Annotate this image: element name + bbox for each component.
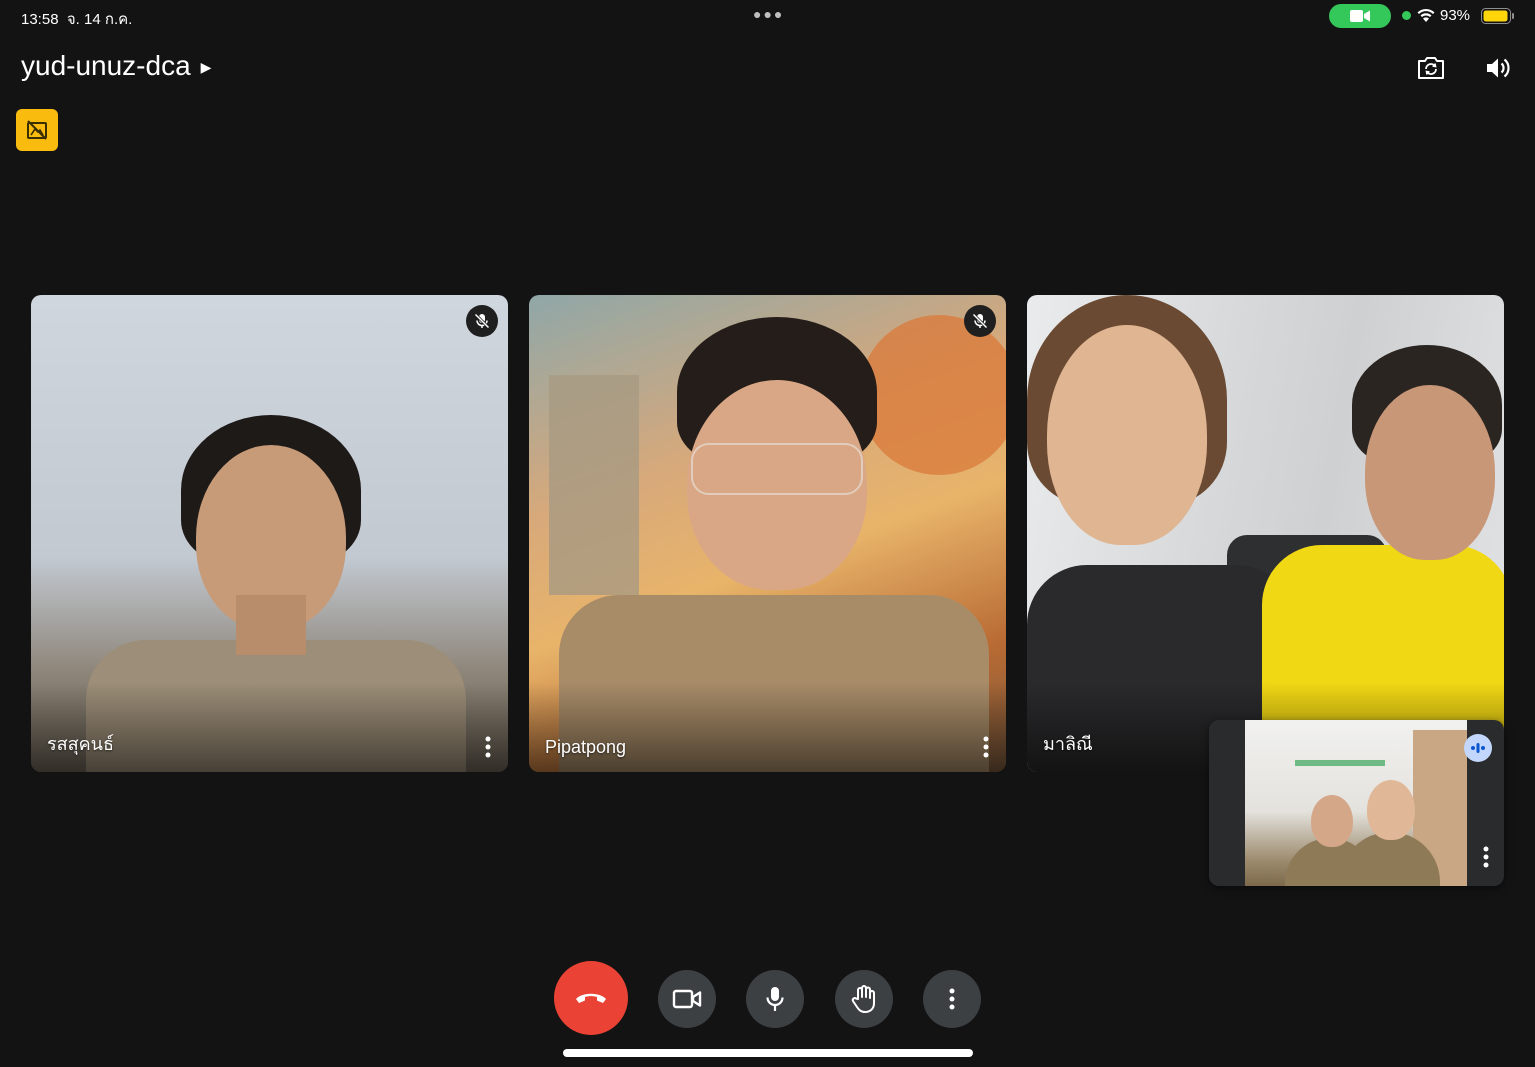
mic-off-icon <box>474 313 490 329</box>
muted-badge <box>466 305 498 337</box>
status-bar: 13:58 จ. 14 ก.ค. ●●● 93% <box>0 0 1535 32</box>
home-indicator[interactable] <box>563 1049 973 1057</box>
self-video <box>1245 720 1467 886</box>
mic-off-icon <box>972 313 988 329</box>
background-castle <box>549 375 639 595</box>
self-view-tile[interactable] <box>1209 720 1504 886</box>
participant-name: มาลิณี <box>1043 734 1093 754</box>
switch-camera-button[interactable] <box>1413 50 1449 86</box>
person-face <box>1047 325 1207 545</box>
muted-badge <box>964 305 996 337</box>
more-options-button[interactable] <box>923 970 981 1028</box>
more-vertical-icon <box>485 736 491 758</box>
microphone-icon <box>766 987 784 1011</box>
more-vertical-icon <box>949 988 955 1010</box>
participant-tile[interactable]: Pipatpong <box>529 295 1006 772</box>
switch-camera-icon <box>1418 57 1444 79</box>
speaker-icon <box>1487 58 1510 78</box>
tile-shade <box>529 682 1006 772</box>
more-vertical-icon <box>983 736 989 758</box>
battery-percentage: 93% <box>1440 7 1471 24</box>
raise-hand-button[interactable] <box>835 970 893 1028</box>
participant-name: Pipatpong <box>545 737 627 757</box>
background-effects-badge[interactable] <box>16 109 58 151</box>
person-face <box>1365 385 1495 560</box>
tile-shade <box>31 682 508 772</box>
participant-tile[interactable]: รสสุคนธ์ <box>31 295 508 772</box>
no-background-icon <box>27 120 47 140</box>
video-camera-icon <box>672 989 702 1009</box>
meeting-code: yud-unuz-dca <box>21 50 191 81</box>
call-controls <box>0 961 1535 1035</box>
hand-icon <box>851 985 875 1013</box>
person-face <box>1367 780 1415 840</box>
camera-toggle-button[interactable] <box>658 970 716 1028</box>
status-time: 13:58 จ. 14 ก.ค. <box>21 11 133 28</box>
end-call-button[interactable] <box>554 961 628 1035</box>
meeting-code-button[interactable]: yud-unuz-dca ▶ <box>21 50 211 82</box>
camera-in-use-indicator[interactable] <box>1329 4 1391 28</box>
hang-up-icon <box>576 993 606 1003</box>
camera-indicator-icon <box>1350 10 1370 22</box>
background-tree <box>859 315 1006 475</box>
more-vertical-icon <box>1483 846 1489 868</box>
participant-name: รสสุคนธ์ <box>47 734 114 754</box>
participant-tile[interactable]: มาลิณี <box>1027 295 1504 772</box>
participant-options-button[interactable] <box>974 732 998 762</box>
caret-right-icon: ▶ <box>200 58 212 75</box>
person-glasses <box>691 443 863 495</box>
participant-options-button[interactable] <box>476 732 500 762</box>
background-sign <box>1295 760 1385 766</box>
recording-dot <box>1402 11 1411 20</box>
speaking-indicator <box>1464 734 1492 762</box>
audio-level-icon <box>1471 743 1485 753</box>
person-face <box>1311 795 1353 847</box>
microphone-toggle-button[interactable] <box>746 970 804 1028</box>
person-neck <box>236 595 306 655</box>
audio-output-button[interactable] <box>1480 50 1516 86</box>
wifi-icon <box>1417 8 1435 22</box>
multitasking-dots-icon[interactable]: ●●● <box>753 6 784 22</box>
battery-icon <box>1481 8 1514 24</box>
self-view-options-button[interactable] <box>1476 842 1496 872</box>
